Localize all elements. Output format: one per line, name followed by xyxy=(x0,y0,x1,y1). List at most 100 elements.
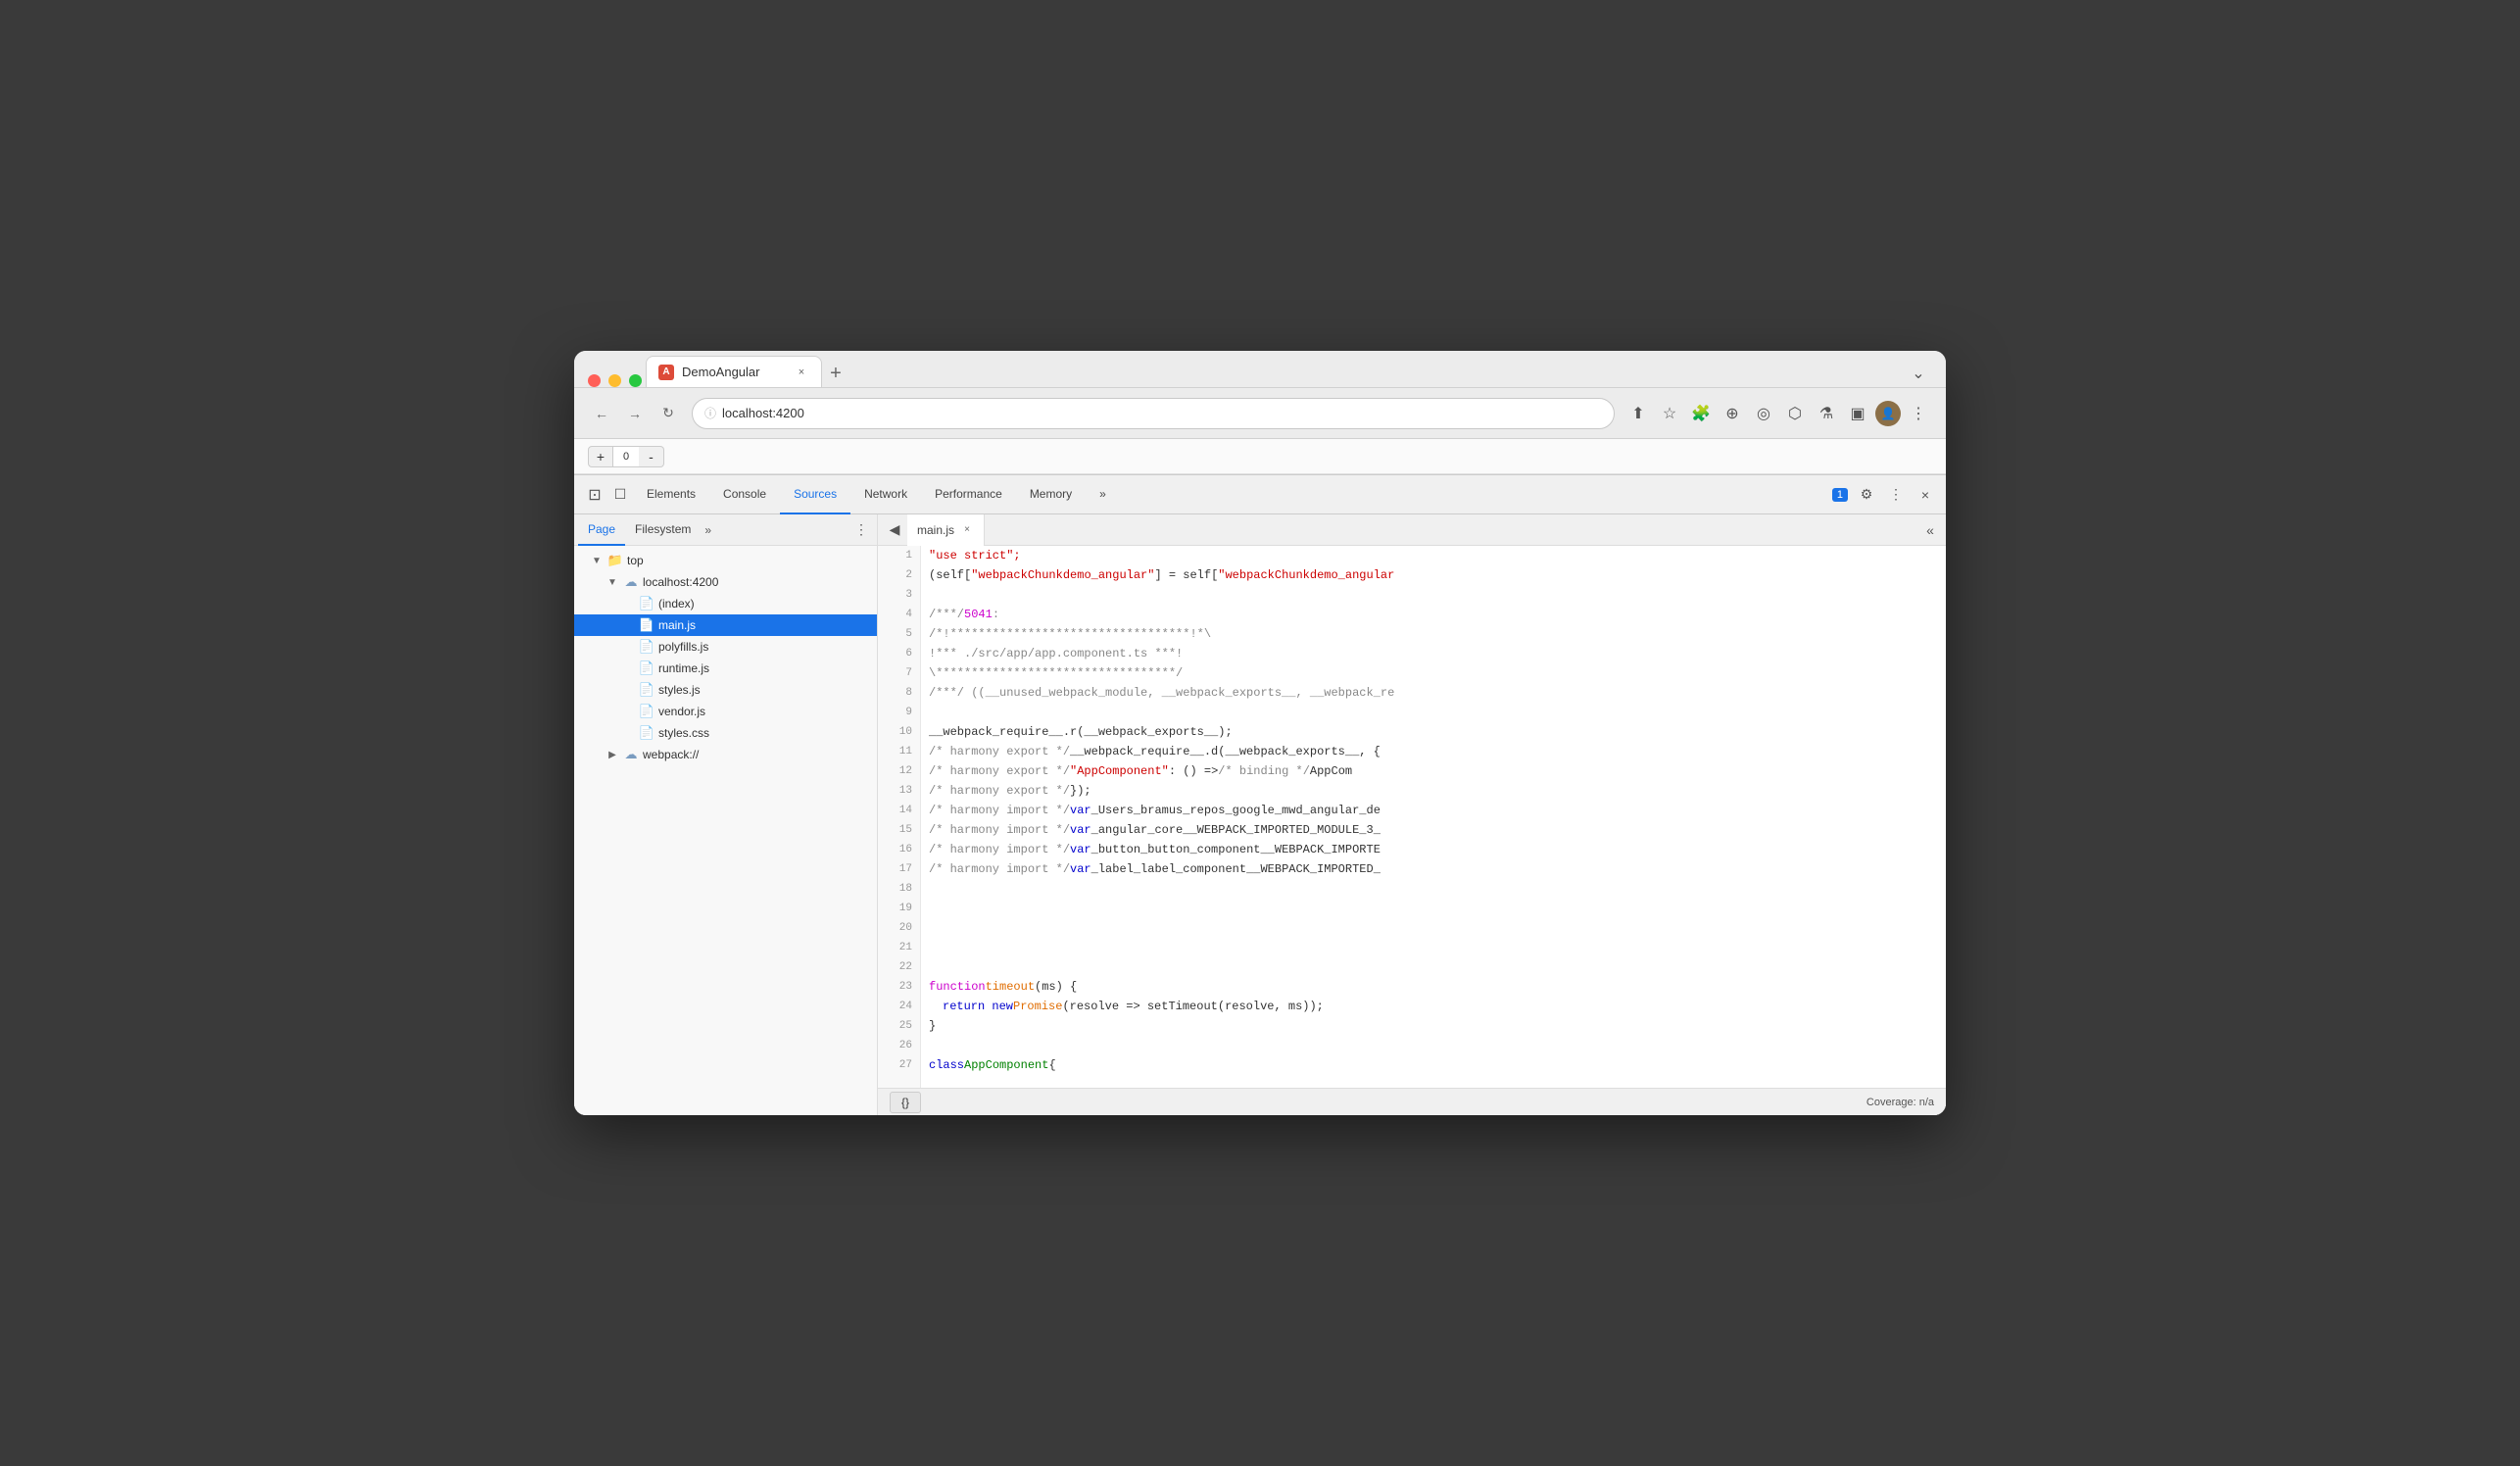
tree-item-runtime[interactable]: 📄 runtime.js xyxy=(574,658,877,679)
code-line-16: /* harmony import */ var _button_button_… xyxy=(929,840,1946,859)
code-line-12: /* harmony export */ "AppComponent": () … xyxy=(929,761,1946,781)
devtools-tab-icons: 1 ⚙ ⋮ × xyxy=(1832,482,1938,508)
code-line-13: /* harmony export */ }); xyxy=(929,781,1946,801)
file-yellow-icon: 📄 xyxy=(639,617,654,633)
tree-item-index[interactable]: 📄 (index) xyxy=(574,593,877,614)
file-tree-panel: Page Filesystem » ⋮ xyxy=(574,514,878,1115)
sidebar-icon[interactable]: ▣ xyxy=(1844,400,1871,427)
zoom-value: 0 xyxy=(613,446,639,467)
editor-tabs: ◀ main.js × « xyxy=(878,514,1946,546)
tab-console[interactable]: Console xyxy=(709,475,780,514)
file-gray-icon: 📄 xyxy=(639,596,654,611)
tree-item-polyfills[interactable]: 📄 polyfills.js xyxy=(574,636,877,658)
traffic-light-yellow[interactable] xyxy=(608,374,621,387)
file-tree-tab-filesystem[interactable]: Filesystem xyxy=(625,514,701,546)
devtools-body: Page Filesystem » ⋮ xyxy=(574,514,1946,1115)
chrome-icon[interactable]: ⊕ xyxy=(1719,400,1746,427)
tree-item-localhost[interactable]: ▼ ☁ localhost:4200 xyxy=(574,571,877,593)
devtools-tabs: ⊡ ☐ Elements Console Sources Network Per… xyxy=(574,475,1946,514)
tree-item-styles-js[interactable]: 📄 styles.js xyxy=(574,679,877,701)
traffic-lights xyxy=(588,374,642,387)
navigate-back-button[interactable]: ◀ xyxy=(882,517,907,543)
editor-tab-label: main.js xyxy=(917,523,954,537)
search-companion-icon[interactable]: ◎ xyxy=(1750,400,1777,427)
code-editor-panel: ◀ main.js × « 1 2 xyxy=(878,514,1946,1115)
extensions-icon[interactable]: 🧩 xyxy=(1687,400,1715,427)
tab-network[interactable]: Network xyxy=(850,475,921,514)
code-line-7: \**********************************/ xyxy=(929,663,1946,683)
tree-item-vendor[interactable]: 📄 vendor.js xyxy=(574,701,877,722)
code-line-20 xyxy=(929,918,1946,938)
device-toolbar-button[interactable]: ☐ xyxy=(607,482,633,508)
arrow-icon: ▶ xyxy=(606,750,619,760)
more-icon[interactable]: ⋮ xyxy=(1905,400,1932,427)
editor-tab-close-button[interactable]: × xyxy=(960,523,974,537)
tree-item-top[interactable]: ▼ 📁 top xyxy=(574,550,877,571)
browser-tab[interactable]: A DemoAngular × xyxy=(646,356,822,387)
zoom-plus-button[interactable]: + xyxy=(588,446,613,467)
code-line-10: __webpack_require__.r(__webpack_exports_… xyxy=(929,722,1946,742)
profile-icon[interactable]: 👤 xyxy=(1875,401,1901,426)
traffic-light-red[interactable] xyxy=(588,374,601,387)
tab-bar: A DemoAngular × + ⌄ xyxy=(574,351,1946,388)
coverage-status: Coverage: n/a xyxy=(1866,1097,1934,1108)
bookmark-icon[interactable]: ☆ xyxy=(1656,400,1683,427)
tree-item-webpack[interactable]: ▶ ☁ webpack:// xyxy=(574,744,877,765)
file-tree-tab-page[interactable]: Page xyxy=(578,514,625,546)
browser-titlebar: ← → ↻ ⓘ localhost:4200 ⬆ ☆ 🧩 ⊕ ◎ ⬡ ⚗ ▣ 👤… xyxy=(574,388,1946,439)
devtools-settings-button[interactable]: ⚙ xyxy=(1854,482,1879,508)
tab-title: DemoAngular xyxy=(682,365,760,379)
code-line-24: return new Promise(resolve => setTimeout… xyxy=(929,997,1946,1016)
tab-more[interactable]: » xyxy=(1086,475,1120,514)
code-line-4: /***/ 5041: xyxy=(929,605,1946,624)
file-tree-menu-button[interactable]: ⋮ xyxy=(849,518,873,542)
reload-button[interactable]: ↻ xyxy=(654,400,682,427)
code-line-1: "use strict"; xyxy=(929,546,1946,565)
code-line-2: (self["webpackChunkdemo_angular"] = self… xyxy=(929,565,1946,585)
traffic-light-green[interactable] xyxy=(629,374,642,387)
code-line-8: /***/ ((__unused_webpack_module, __webpa… xyxy=(929,683,1946,703)
cloud-icon: ☁ xyxy=(623,747,639,762)
tab-memory[interactable]: Memory xyxy=(1016,475,1086,514)
forward-button[interactable]: → xyxy=(621,400,649,427)
arrow-icon: ▼ xyxy=(590,556,604,566)
devtools-close-button[interactable]: × xyxy=(1913,482,1938,508)
share-icon[interactable]: ⬆ xyxy=(1624,400,1652,427)
code-line-17: /* harmony import */ var _label_label_co… xyxy=(929,859,1946,879)
tab-close-button[interactable]: × xyxy=(794,365,809,380)
code-line-11: /* harmony export */ __webpack_require__… xyxy=(929,742,1946,761)
browser-content: + 0 - ⊡ ☐ Elements Console Sources xyxy=(574,439,1946,1115)
back-button[interactable]: ← xyxy=(588,400,615,427)
editor-collapse-button[interactable]: « xyxy=(1918,518,1942,542)
file-yellow-icon: 📄 xyxy=(639,639,654,655)
tab-sources[interactable]: Sources xyxy=(780,475,850,514)
file-tree-more-button[interactable]: » xyxy=(701,523,715,537)
code-line-25: } xyxy=(929,1016,1946,1036)
expand-button[interactable]: ⌄ xyxy=(1905,360,1932,387)
file-tree-tabs: Page Filesystem » ⋮ xyxy=(574,514,877,546)
code-line-21 xyxy=(929,938,1946,957)
flask-icon[interactable]: ⚗ xyxy=(1813,400,1840,427)
url-text: localhost:4200 xyxy=(722,406,804,420)
code-line-18 xyxy=(929,879,1946,899)
tab-elements[interactable]: Elements xyxy=(633,475,709,514)
address-bar[interactable]: ⓘ localhost:4200 xyxy=(692,398,1615,429)
tree-item-main-js[interactable]: 📄 main.js xyxy=(574,614,877,636)
cursor-tool-button[interactable]: ⊡ xyxy=(582,482,607,508)
tab-performance[interactable]: Performance xyxy=(921,475,1016,514)
code-area[interactable]: 1 2 3 4 5 6 7 8 9 10 11 xyxy=(878,546,1946,1088)
zoom-minus-button[interactable]: - xyxy=(639,446,664,467)
cloud-icon: ☁ xyxy=(623,574,639,590)
pretty-print-button[interactable]: {} xyxy=(890,1092,921,1113)
code-line-9 xyxy=(929,703,1946,722)
code-line-14: /* harmony import */ var _Users_bramus_r… xyxy=(929,801,1946,820)
editor-tab-main-js[interactable]: main.js × xyxy=(907,514,985,546)
devtools-more-button[interactable]: ⋮ xyxy=(1883,482,1909,508)
tree-item-styles-css[interactable]: 📄 styles.css xyxy=(574,722,877,744)
code-line-3 xyxy=(929,585,1946,605)
puzzle-icon[interactable]: ⬡ xyxy=(1781,400,1809,427)
folder-icon: 📁 xyxy=(607,553,623,568)
new-tab-button[interactable]: + xyxy=(822,360,849,387)
statusbar-left: {} xyxy=(890,1092,921,1113)
zoom-controls: + 0 - xyxy=(588,446,664,467)
